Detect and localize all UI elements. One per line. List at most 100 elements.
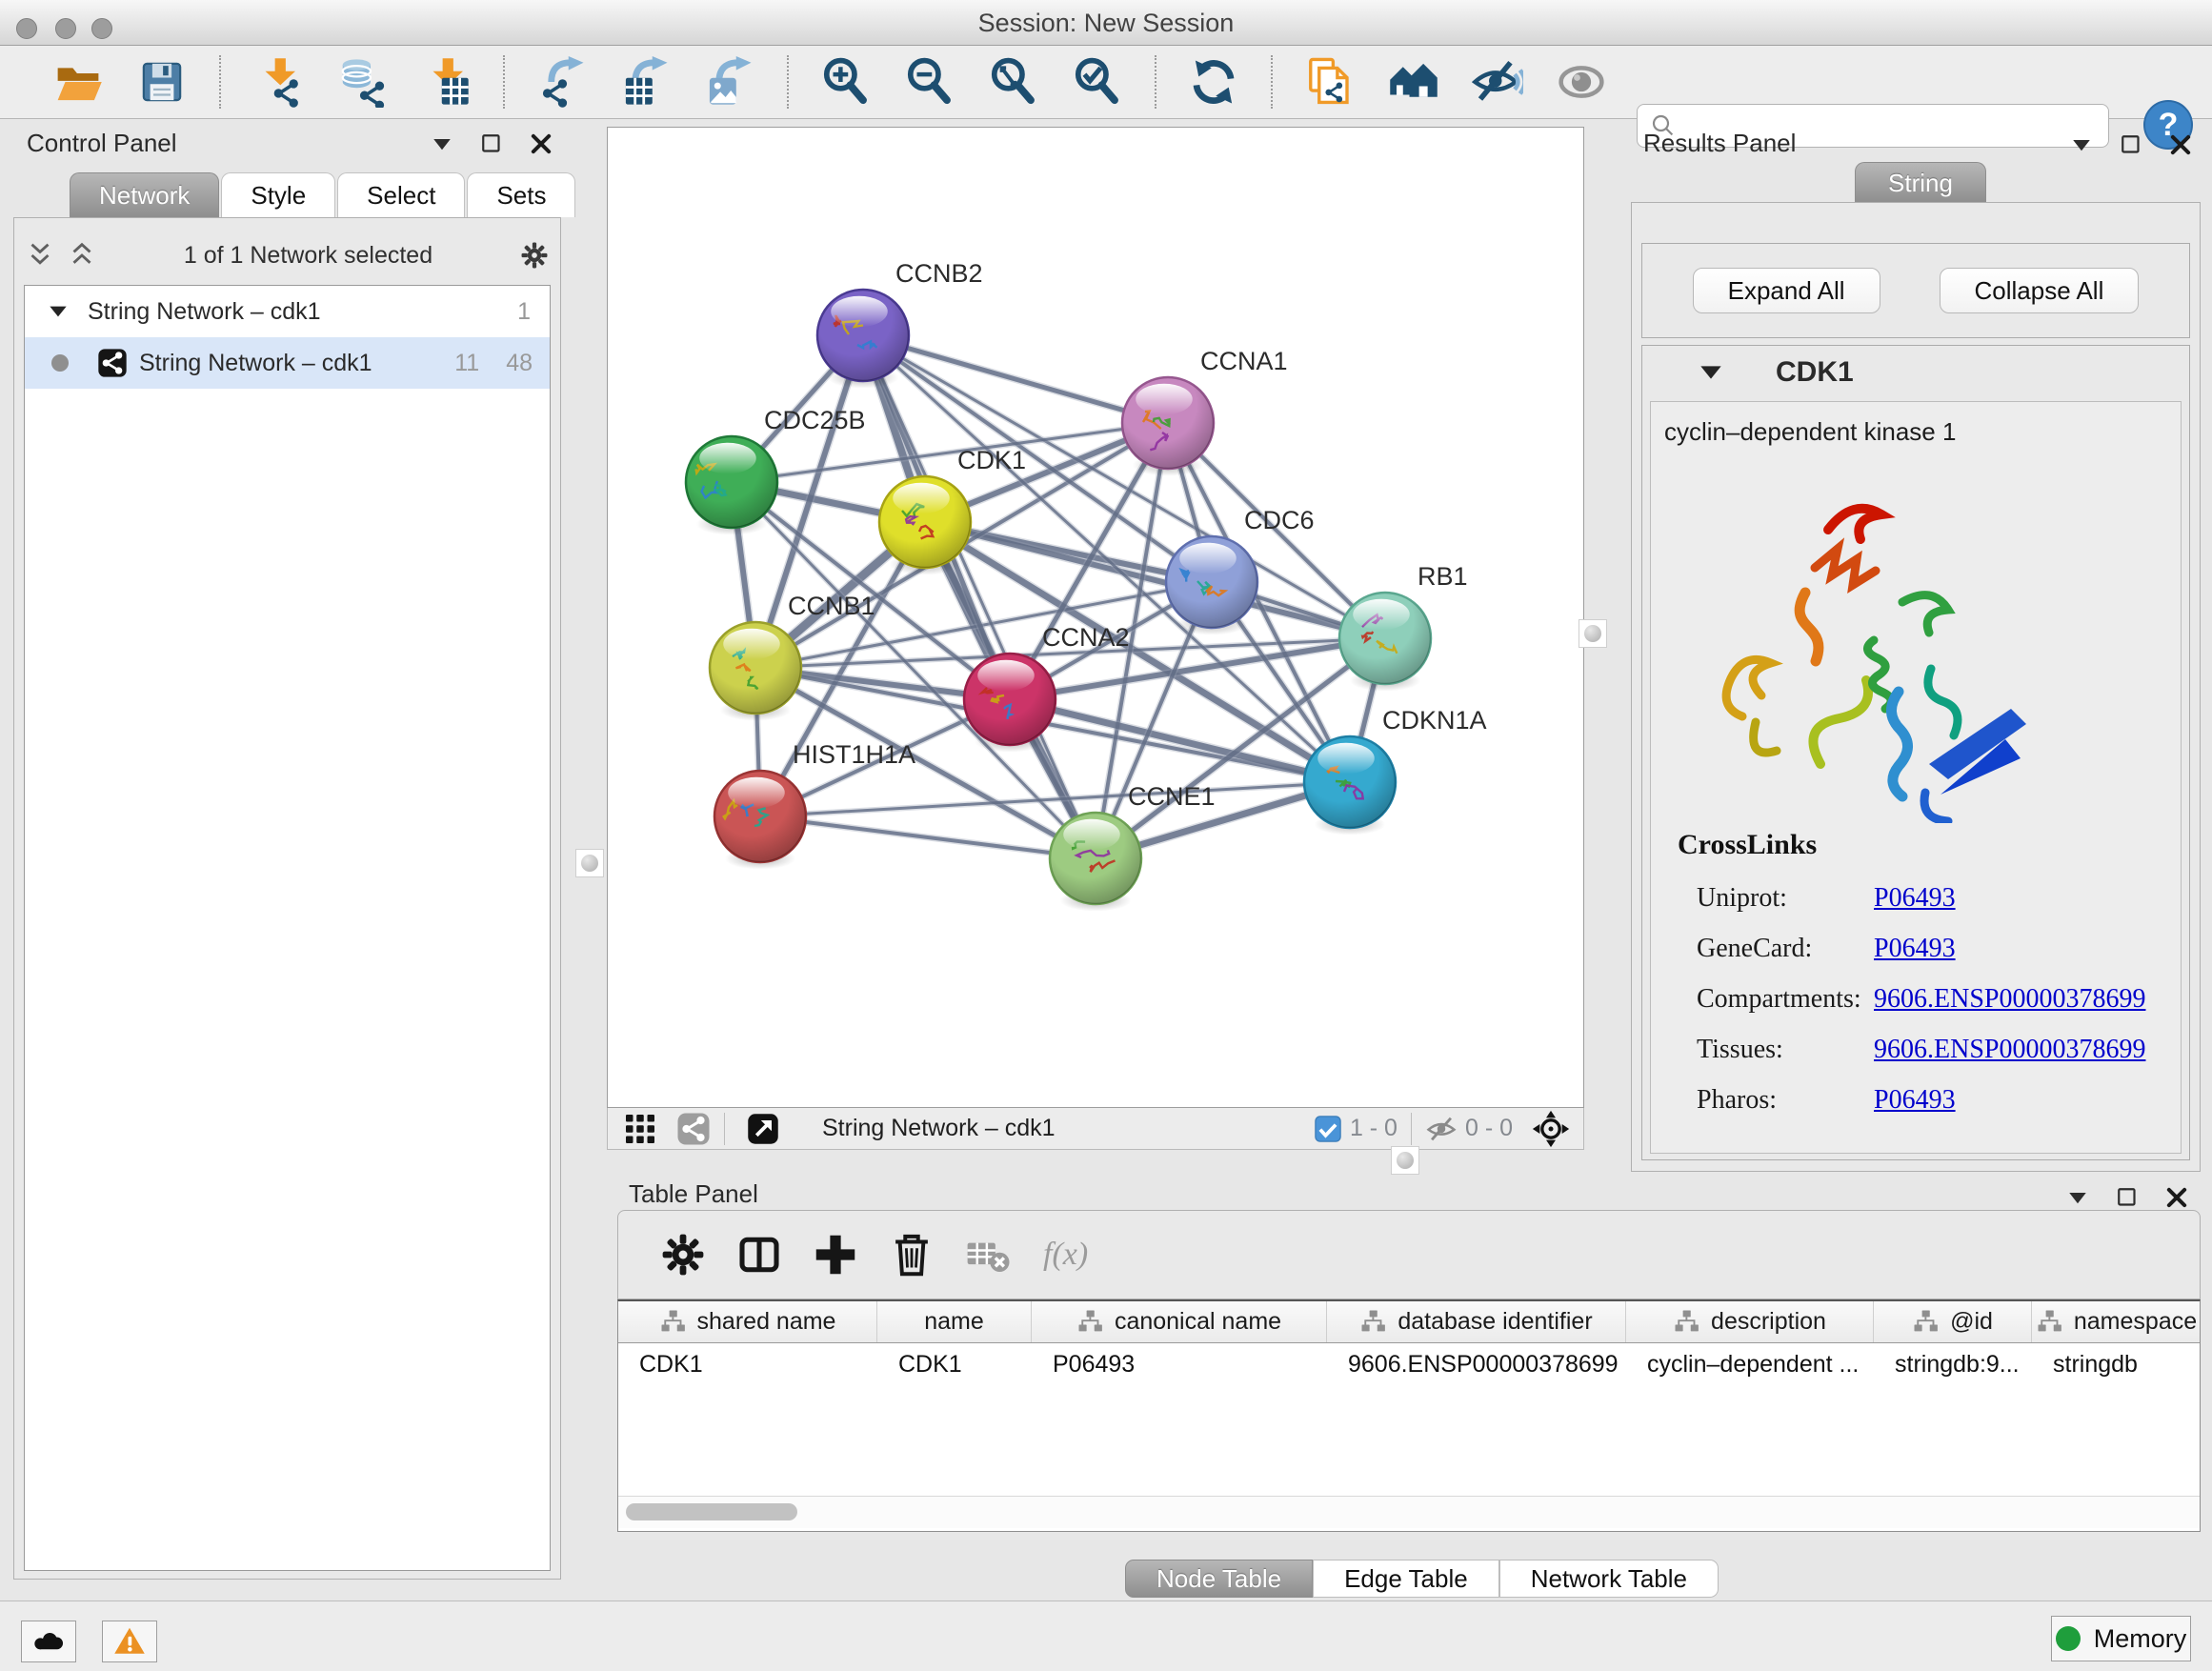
import-database-button[interactable]	[332, 53, 392, 111]
tab-style[interactable]: Style	[221, 172, 335, 217]
panel-menu-triangle-icon[interactable]	[2067, 131, 2096, 159]
table-cell[interactable]: 9606.ENSP00000378699	[1327, 1343, 1626, 1385]
birdseye-grid-icon[interactable]	[623, 1112, 657, 1146]
crosslink-link[interactable]: P06493	[1874, 883, 1956, 934]
string-panel-icon[interactable]	[676, 1112, 711, 1146]
collection-expander-icon[interactable]	[46, 299, 70, 324]
tab-select[interactable]: Select	[337, 172, 465, 217]
collapse-all-button[interactable]: Collapse All	[1940, 268, 2140, 313]
node-HIST1H1A[interactable]: HIST1H1A	[714, 740, 915, 870]
export-image-button[interactable]	[699, 53, 760, 111]
import-network-button[interactable]	[248, 53, 309, 111]
open-docs-button[interactable]	[1299, 53, 1360, 111]
column-header--id[interactable]: @id	[1874, 1301, 2032, 1342]
table-cell[interactable]: cyclin–dependent ...	[1626, 1343, 1874, 1385]
column-header-canonical-name[interactable]: canonical name	[1032, 1301, 1327, 1342]
string-network-graph[interactable]: CCNB2CCNA1CDC25BCDK1CDC6RB1CCNB1CCNA2CDK…	[608, 128, 1583, 1107]
add-column-plus-icon[interactable]	[805, 1226, 866, 1283]
column-header-description[interactable]: description	[1626, 1301, 1874, 1342]
tab-edge-table[interactable]: Edge Table	[1313, 1560, 1499, 1598]
node-CDKN1A[interactable]: CDKN1A	[1304, 706, 1487, 836]
vertical-splitter-handle[interactable]	[575, 849, 604, 877]
collapse-all-chevrons-icon[interactable]	[24, 239, 56, 272]
import-table-button[interactable]	[415, 53, 476, 111]
crosslink-link[interactable]: P06493	[1874, 1085, 1956, 1136]
horizontal-splitter-handle[interactable]	[1391, 1146, 1419, 1175]
tab-network-table[interactable]: Network Table	[1499, 1560, 1719, 1598]
panel-close-icon[interactable]	[2166, 131, 2195, 159]
open-session-button[interactable]	[48, 53, 109, 111]
zoom-in-button[interactable]	[815, 53, 876, 111]
network-item-label: String Network – cdk1	[139, 350, 454, 377]
panel-float-icon[interactable]	[477, 130, 506, 158]
panel-float-icon[interactable]	[2117, 131, 2145, 159]
protein-structure-image	[1685, 480, 2085, 823]
network-options-gear-icon[interactable]	[518, 239, 551, 272]
cloud-button[interactable]	[21, 1621, 76, 1662]
save-session-button[interactable]	[131, 53, 192, 111]
panel-close-icon[interactable]	[527, 130, 555, 158]
table-cell[interactable]: CDK1	[618, 1343, 877, 1385]
control-panel-controls	[428, 130, 555, 158]
panel-float-icon[interactable]	[2113, 1183, 2142, 1212]
zoom-out-button[interactable]	[899, 53, 960, 111]
zoom-fit-icon	[988, 56, 1039, 108]
home-button[interactable]	[1383, 53, 1444, 111]
node-label-CCNB1: CCNB1	[788, 592, 875, 620]
network-collection-row[interactable]: String Network – cdk1 1	[25, 286, 550, 337]
crosslink-link[interactable]: 9606.ENSP00000378699	[1874, 1035, 2145, 1085]
table-cell[interactable]: stringdb:9...	[1874, 1343, 2032, 1385]
crosslink-link[interactable]: 9606.ENSP00000378699	[1874, 984, 2145, 1035]
node-label-CCNB2: CCNB2	[895, 259, 983, 288]
export-table-button[interactable]	[615, 53, 676, 111]
tab-node-table[interactable]: Node Table	[1125, 1560, 1313, 1598]
export-network-button[interactable]	[532, 53, 593, 111]
panel-close-icon[interactable]	[2162, 1183, 2191, 1212]
node-table[interactable]: shared namenamecanonical namedatabase id…	[617, 1299, 2201, 1532]
edge-CCNE1-HIST1H1A[interactable]	[760, 816, 1096, 858]
node-CCNE1[interactable]: CCNE1	[1050, 782, 1216, 912]
fit-selection-crosshair-icon[interactable]	[1532, 1110, 1570, 1148]
table-toolbar: f(x)	[617, 1210, 2201, 1299]
column-header-name[interactable]: name	[877, 1301, 1032, 1342]
table-cell[interactable]: CDK1	[877, 1343, 1032, 1385]
memory-button[interactable]: Memory	[2051, 1616, 2191, 1661]
table-cell[interactable]: P06493	[1032, 1343, 1327, 1385]
delete-column-trash-icon[interactable]	[881, 1226, 942, 1283]
column-header-database-identifier[interactable]: database identifier	[1327, 1301, 1626, 1342]
table-cell[interactable]: stringdb	[2032, 1343, 2201, 1385]
entry-expander-icon[interactable]	[1696, 357, 1726, 388]
table-settings-gear-icon[interactable]	[653, 1226, 714, 1283]
zoom-fit-button[interactable]	[983, 53, 1044, 111]
hide-selected-button[interactable]	[1467, 53, 1528, 111]
tab-string[interactable]: String	[1855, 162, 1986, 203]
results-panel-body: Expand All Collapse All CDK1 cyclin–depe…	[1631, 202, 2201, 1172]
crosslink-link[interactable]: P06493	[1874, 934, 1956, 984]
home-icon	[1388, 56, 1439, 108]
panel-menu-triangle-icon[interactable]	[428, 130, 456, 158]
gene-entry-header[interactable]: CDK1	[1642, 346, 2189, 399]
refresh-button[interactable]	[1183, 53, 1244, 111]
expand-all-chevrons-icon[interactable]	[66, 239, 98, 272]
column-tree-icon	[1673, 1308, 1701, 1337]
expand-all-button[interactable]: Expand All	[1693, 268, 1880, 313]
node-RB1[interactable]: RB1	[1339, 562, 1468, 692]
open-in-window-icon[interactable]	[746, 1112, 780, 1146]
show-columns-icon[interactable]	[729, 1226, 790, 1283]
results-panel-title: Results Panel	[1643, 129, 1796, 158]
warnings-button[interactable]	[102, 1621, 157, 1662]
table-row[interactable]: CDK1CDK1P064939606.ENSP00000378699cyclin…	[618, 1343, 2200, 1385]
column-header-namespace[interactable]: namespace	[2032, 1301, 2201, 1342]
network-canvas[interactable]: CCNB2CCNA1CDC25BCDK1CDC6RB1CCNB1CCNA2CDK…	[607, 127, 1584, 1108]
import-table-icon	[420, 56, 472, 108]
network-item-row[interactable]: String Network – cdk1 11 48	[25, 337, 550, 389]
panel-menu-triangle-icon[interactable]	[2063, 1183, 2092, 1212]
tab-network[interactable]: Network	[70, 172, 219, 217]
column-header-shared-name[interactable]: shared name	[618, 1301, 877, 1342]
selected-checkbox-icon[interactable]	[1314, 1115, 1342, 1143]
zoom-selected-button[interactable]	[1067, 53, 1128, 111]
show-all-eye-button[interactable]	[1551, 53, 1612, 111]
table-hscroll-thumb[interactable]	[626, 1503, 797, 1520]
tab-sets[interactable]: Sets	[467, 172, 575, 217]
show-all-eye-icon	[1556, 56, 1607, 108]
